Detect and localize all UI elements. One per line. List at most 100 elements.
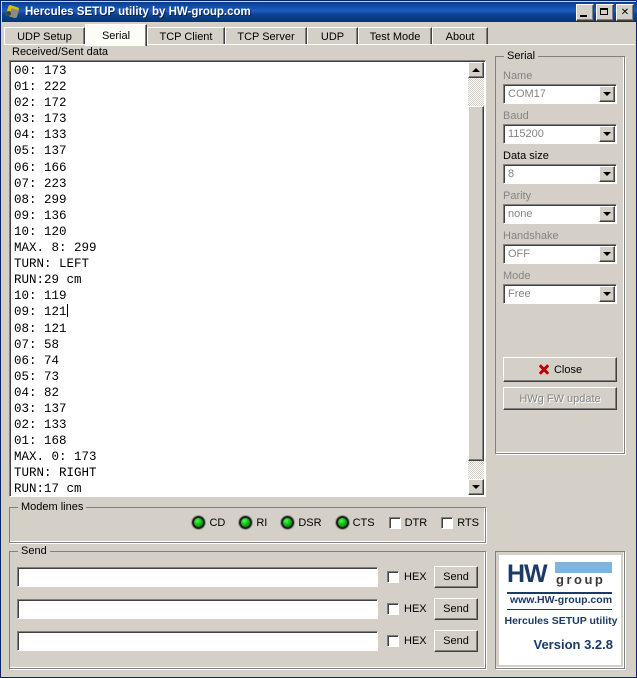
received-data-line: 06: 166 [14, 160, 67, 175]
received-data-line: 07: 223 [14, 176, 67, 191]
led-dsr: DSR [281, 516, 322, 529]
scroll-down-button[interactable] [468, 479, 484, 495]
led-dsr-label: DSR [298, 516, 322, 529]
brand-panel: HW group www.HW-group.com Hercules SETUP… [495, 551, 625, 669]
app-window: Hercules SETUP utility by HW-group.com ✕… [0, 0, 637, 678]
hwg-fw-update-label: HWg FW update [519, 392, 601, 405]
chevron-down-icon[interactable] [599, 246, 615, 262]
led-indicator-icon [192, 516, 206, 529]
checkbox-dtr[interactable]: DTR [388, 516, 427, 529]
chevron-down-icon[interactable] [599, 86, 615, 102]
brand-app-name: Hercules SETUP utility [504, 615, 618, 627]
send-hex-checkbox-1[interactable] [387, 571, 399, 583]
close-window-button[interactable]: ✕ [616, 4, 634, 21]
serial-handshake-value: OFF [508, 248, 530, 260]
received-data-line: 06: 74 [14, 353, 60, 368]
modem-lines-title: Modem lines [18, 501, 87, 513]
chevron-down-icon[interactable] [599, 166, 615, 182]
send-button-3[interactable]: Send [434, 630, 478, 652]
checkbox-icon[interactable] [441, 516, 454, 529]
send-panel: Send HEX Send HEX Send HEX Send [9, 545, 486, 669]
serial-mode-combo[interactable]: Free [503, 284, 617, 304]
serial-mode-value: Free [508, 288, 531, 300]
serial-parity-combo[interactable]: none [503, 204, 617, 224]
send-hex-label-3: HEX [404, 635, 427, 647]
window-title: Hercules SETUP utility by HW-group.com [25, 6, 251, 18]
received-data-scrollbar[interactable] [468, 62, 484, 495]
send-button-3-label: Send [443, 635, 469, 647]
serial-mode-label: Mode [503, 270, 531, 282]
tab-test-mode[interactable]: Test Mode [358, 27, 432, 45]
brand-mark-hw: HW [507, 560, 548, 588]
led-indicator-icon [335, 516, 349, 529]
led-indicator-icon [239, 516, 253, 529]
minimize-button[interactable] [576, 4, 594, 21]
send-button-1[interactable]: Send [434, 566, 478, 588]
send-input-2[interactable] [17, 599, 378, 619]
close-icon: ✕ [620, 6, 630, 18]
serial-name-value: COM17 [508, 88, 546, 100]
received-data-line: 08: 299 [14, 192, 67, 207]
brand-mark-group: group [556, 572, 606, 587]
serial-baud-combo[interactable]: 115200 [503, 124, 617, 144]
received-data-line: 02: 133 [14, 418, 67, 433]
tab-tcp-client[interactable]: TCP Client [147, 27, 225, 45]
text-caret [66, 304, 68, 318]
received-data-line: 04: 133 [14, 128, 67, 143]
checkbox-rts[interactable]: RTS [441, 516, 479, 529]
tab-serial[interactable]: Serial [85, 24, 147, 46]
received-data-line: 05: 137 [14, 144, 67, 159]
tab-bar: UDP Setup Serial TCP Client TCP Server U… [4, 24, 635, 46]
serial-data-size-value: 8 [508, 168, 515, 180]
chevron-down-icon[interactable] [599, 126, 615, 142]
serial-baud-label: Baud [503, 110, 529, 122]
hwg-fw-update-button[interactable]: HWg FW update [503, 387, 617, 410]
received-data-line: 04: 82 [14, 385, 60, 400]
serial-baud-value: 115200 [508, 128, 544, 140]
tab-tcp-server[interactable]: TCP Server [225, 27, 307, 45]
send-panel-title: Send [18, 545, 50, 557]
serial-name-combo[interactable]: COM17 [503, 84, 617, 104]
maximize-button[interactable] [596, 4, 614, 21]
received-data-line: 02: 172 [14, 96, 67, 111]
received-data-line: MAX. 8: 299 [14, 241, 97, 256]
received-data-line: 03: 137 [14, 401, 67, 416]
close-button[interactable]: Close [503, 357, 617, 382]
serial-data-size-combo[interactable]: 8 [503, 164, 617, 184]
received-data-line: 08: 121 [14, 321, 67, 336]
serial-handshake-label: Handshake [503, 230, 559, 242]
close-button-label: Close [553, 363, 583, 376]
checkbox-rts-label: RTS [457, 516, 479, 529]
brand-logo: HW group www.HW-group.com Hercules SETUP… [499, 555, 621, 665]
send-input-3[interactable] [17, 631, 378, 651]
received-data-box[interactable]: 00: 173 01: 222 02: 172 03: 173 04: 133 05: 1… [9, 60, 486, 497]
brand-divider-2 [507, 609, 612, 610]
send-button-2[interactable]: Send [434, 598, 478, 620]
received-data-line: 07: 58 [14, 337, 60, 352]
scrollbar-thumb[interactable] [468, 106, 484, 461]
checkbox-icon[interactable] [388, 516, 401, 529]
send-hex-checkbox-3[interactable] [387, 635, 399, 647]
send-hex-label-1: HEX [404, 571, 427, 583]
led-cts: CTS [335, 516, 375, 529]
modem-lines-indicators: CD RI DSR CTS DTR RTS [178, 516, 479, 529]
chevron-down-icon[interactable] [599, 206, 615, 222]
received-data-line: 01: 168 [14, 434, 67, 449]
brand-url: www.HW-group.com [509, 594, 613, 606]
serial-data-size-label: Data size [503, 150, 549, 162]
tab-about[interactable]: About [432, 27, 488, 45]
received-data-line: 00: 173 [14, 64, 67, 78]
tab-udp[interactable]: UDP [307, 27, 358, 45]
send-input-1[interactable] [17, 567, 378, 587]
received-data-line: 01: 222 [14, 80, 67, 95]
led-indicator-icon [281, 516, 295, 529]
serial-handshake-combo[interactable]: OFF [503, 244, 617, 264]
send-hex-checkbox-2[interactable] [387, 603, 399, 615]
tab-udp-setup[interactable]: UDP Setup [4, 27, 85, 45]
serial-parity-value: none [508, 208, 533, 220]
serial-name-label: Name [503, 70, 533, 82]
chevron-down-icon[interactable] [599, 286, 615, 302]
app-icon [5, 4, 21, 20]
led-cts-label: CTS [352, 516, 375, 529]
scroll-up-button[interactable] [468, 62, 484, 78]
